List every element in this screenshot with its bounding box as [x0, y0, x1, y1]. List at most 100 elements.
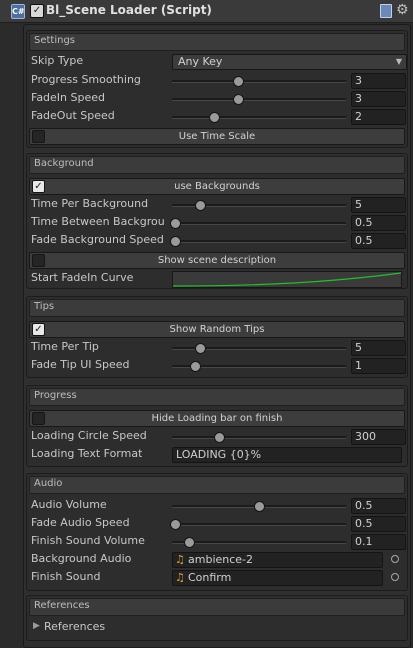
references-foldout[interactable]: ▶ References [27, 620, 407, 636]
show-scene-description-checkbox[interactable] [32, 254, 45, 267]
foldout-arrow-icon[interactable]: ▶ [33, 621, 40, 631]
slider-thumb[interactable] [194, 343, 206, 354]
time-between-backgrounds-field[interactable]: 0.5 [351, 215, 406, 231]
time-per-background-field[interactable]: 5 [351, 197, 406, 213]
time-between-backgrounds-slider[interactable] [170, 218, 346, 229]
show-random-tips-checkbox[interactable]: ✓ [32, 323, 45, 336]
slider-thumb[interactable] [170, 218, 182, 229]
loading-text-format-field[interactable]: LOADING {0}% [172, 447, 402, 463]
slider-thumb[interactable] [170, 519, 182, 530]
slider-thumb[interactable] [213, 432, 225, 443]
background-audio-label: Background Audio [31, 552, 132, 565]
tips-heading: Tips [29, 299, 405, 317]
time-per-tip-label: Time Per Tip [31, 340, 99, 353]
time-per-background-label: Time Per Background [31, 197, 149, 210]
start-fadein-curve-row: Start FadeIn Curve [27, 271, 407, 288]
audio-volume-label: Audio Volume [31, 498, 107, 511]
use-backgrounds-toggle[interactable]: ✓ use Backgrounds [29, 178, 405, 195]
fade-background-speed-label: Fade Background Speed [31, 233, 164, 246]
start-fadein-curve-field[interactable] [172, 271, 402, 288]
show-random-tips-row: ✓ Show Random Tips [27, 321, 407, 338]
slider-thumb[interactable] [184, 537, 196, 548]
skip-type-row: Skip Type Any Key ▼ [27, 54, 407, 70]
object-picker-icon[interactable] [391, 555, 399, 563]
slider-thumb[interactable] [194, 200, 206, 211]
time-per-tip-slider[interactable] [172, 343, 346, 354]
show-scene-description-row: Show scene description [27, 252, 407, 269]
fadeout-speed-row: FadeOut Speed 2 [27, 109, 407, 125]
fadein-speed-slider[interactable] [172, 94, 346, 105]
use-time-scale-toggle[interactable]: Use Time Scale [29, 128, 405, 145]
fadein-speed-field[interactable]: 3 [351, 91, 406, 107]
use-time-scale-label: Use Time Scale [178, 131, 256, 142]
progress-smoothing-slider[interactable] [172, 76, 346, 87]
loading-circle-speed-label: Loading Circle Speed [31, 429, 147, 442]
use-time-scale-checkbox[interactable] [32, 130, 45, 143]
help-book-icon[interactable] [380, 4, 392, 18]
background-audio-value: ambience-2 [188, 553, 254, 566]
fade-audio-speed-field[interactable]: 0.5 [351, 516, 406, 532]
fadeout-speed-slider[interactable] [172, 112, 346, 123]
fade-background-speed-slider[interactable] [170, 236, 346, 247]
fade-audio-speed-row: Fade Audio Speed 0.5 [27, 516, 407, 532]
background-audio-field[interactable]: ♫ ambience-2 [172, 552, 383, 568]
start-fadein-curve-label: Start FadeIn Curve [31, 271, 134, 284]
show-scene-description-label: Show scene description [157, 255, 277, 266]
time-per-tip-row: Time Per Tip 5 [27, 340, 407, 356]
progress-heading: Progress [29, 388, 405, 406]
show-scene-description-toggle[interactable]: Show scene description [29, 252, 405, 269]
finish-sound-volume-label: Finish Sound Volume [31, 534, 145, 547]
fade-tip-ui-speed-slider[interactable] [172, 361, 346, 372]
slider-thumb[interactable] [170, 236, 182, 247]
fadeout-speed-field[interactable]: 2 [351, 109, 406, 125]
fade-background-speed-row: Fade Background Speed 0.5 [27, 233, 407, 249]
skip-type-label: Skip Type [31, 54, 84, 67]
gear-icon[interactable]: ⚙ [396, 2, 409, 18]
slider-thumb[interactable] [233, 76, 245, 87]
progress-smoothing-field[interactable]: 3 [351, 73, 406, 89]
curve-line [172, 272, 402, 287]
tips-heading-text: Tips [34, 301, 55, 312]
slider-thumb[interactable] [233, 94, 245, 105]
fade-audio-speed-slider[interactable] [170, 519, 346, 530]
progress-section: Progress Hide Loading bar on finish Load… [26, 385, 408, 467]
finish-sound-volume-field[interactable]: 0.1 [351, 534, 406, 550]
finish-sound-volume-slider[interactable] [172, 537, 346, 548]
finish-sound-label: Finish Sound [31, 570, 101, 583]
audio-clip-icon: ♫ [175, 571, 185, 584]
slider-thumb[interactable] [208, 112, 220, 123]
time-per-tip-field[interactable]: 5 [351, 340, 406, 356]
audio-volume-field[interactable]: 0.5 [351, 498, 406, 514]
settings-heading-text: Settings [34, 35, 76, 46]
show-random-tips-toggle[interactable]: ✓ Show Random Tips [29, 321, 405, 338]
background-heading-text: Background [34, 158, 94, 169]
slider-thumb[interactable] [189, 361, 201, 372]
audio-section: Audio Audio Volume 0.5 Fade Audio Speed … [26, 473, 408, 591]
time-per-background-row: Time Per Background 5 [27, 197, 407, 213]
finish-sound-volume-row: Finish Sound Volume 0.1 [27, 534, 407, 550]
hide-loading-bar-checkbox[interactable] [32, 412, 45, 425]
fade-tip-ui-speed-field[interactable]: 1 [351, 358, 406, 374]
hide-loading-bar-label: Hide Loading bar on finish [151, 413, 283, 424]
audio-heading: Audio [29, 476, 405, 494]
use-backgrounds-checkbox[interactable]: ✓ [32, 180, 45, 193]
audio-volume-slider[interactable] [172, 501, 346, 512]
loading-circle-speed-field[interactable]: 300 [351, 429, 406, 445]
show-random-tips-label: Show Random Tips [169, 324, 265, 335]
loading-circle-speed-slider[interactable] [172, 432, 346, 443]
object-picker-icon[interactable] [391, 573, 399, 581]
component-enabled-checkbox[interactable]: ✓ [30, 4, 44, 18]
audio-volume-row: Audio Volume 0.5 [27, 498, 407, 514]
progress-heading-text: Progress [34, 390, 77, 401]
finish-sound-field[interactable]: ♫ Confirm [172, 570, 383, 586]
time-per-background-slider[interactable] [172, 200, 346, 211]
fadein-speed-label: FadeIn Speed [31, 91, 106, 104]
slider-thumb[interactable] [254, 501, 265, 512]
references-heading: References [29, 598, 405, 616]
use-time-scale-row: Use Time Scale [27, 128, 407, 145]
finish-sound-row: Finish Sound ♫ Confirm [27, 570, 407, 586]
fade-background-speed-field[interactable]: 0.5 [351, 233, 406, 249]
skip-type-dropdown[interactable]: Any Key ▼ [172, 54, 407, 70]
hide-loading-bar-toggle[interactable]: Hide Loading bar on finish [29, 410, 405, 427]
loading-text-format-label: Loading Text Format [31, 447, 143, 460]
